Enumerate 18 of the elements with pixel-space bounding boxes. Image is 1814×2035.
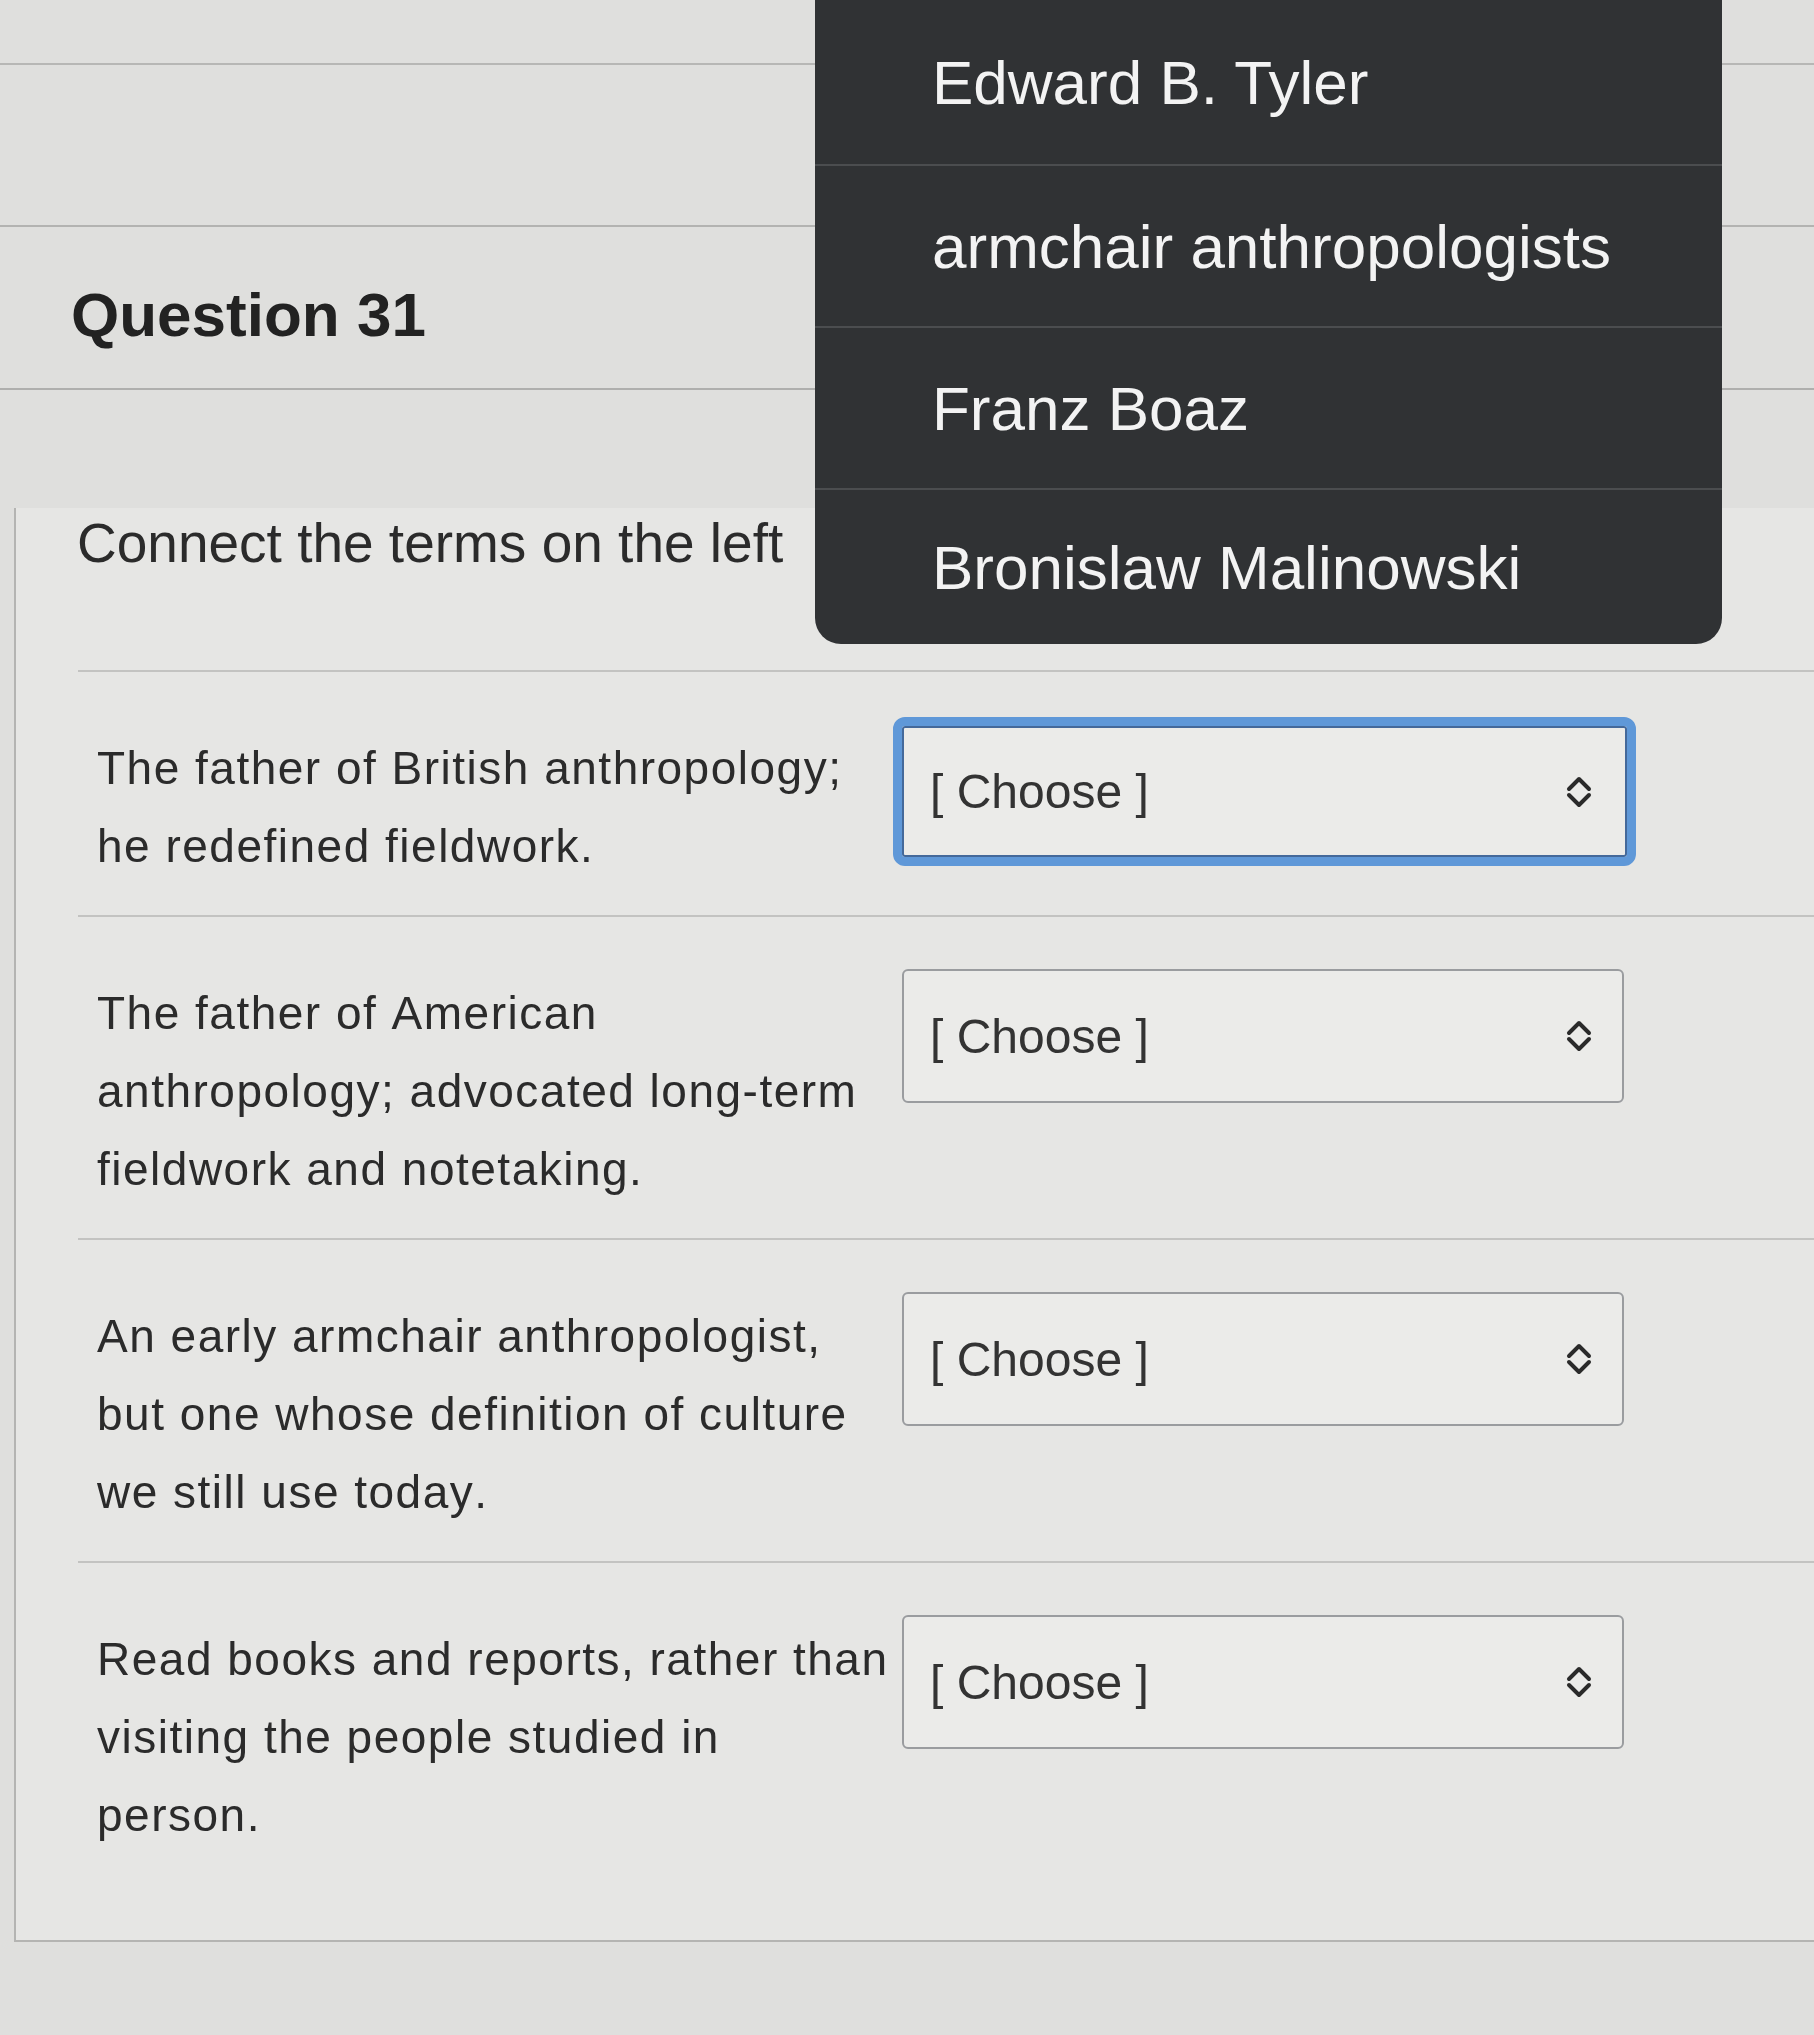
menu-option[interactable]: Bronislaw Malinowski — [815, 488, 1722, 644]
chevron-updown-icon — [1566, 1665, 1592, 1699]
menu-option[interactable]: armchair anthropologists — [815, 164, 1722, 326]
prompt-text: Read books and reports, rather than visiting the people studied in person. — [97, 1632, 890, 1843]
choose-select[interactable]: [ Choose ] — [893, 717, 1636, 866]
question-title: Question 31 — [71, 279, 426, 350]
instructions-text: Connect the terms on the left — [77, 511, 784, 576]
choose-select[interactable]: [ Choose ] — [902, 1292, 1624, 1426]
chevron-updown-icon — [1566, 774, 1592, 809]
menu-option[interactable]: Edward B. Tyler — [815, 0, 1722, 164]
prompt-text: The father of American anthropology; advocated long-term fieldwork and notetaking. — [97, 986, 859, 1197]
choose-select[interactable]: [ Choose ] — [902, 969, 1624, 1103]
prompt-text: An early armchair anthropologist, but one whose definition of culture we still use today. — [97, 1309, 849, 1520]
menu-option[interactable]: Franz Boaz — [815, 326, 1722, 488]
choose-select[interactable]: [ Choose ] — [902, 1615, 1624, 1749]
prompt-text: The father of British anthropology; he redefined fieldwork. — [97, 741, 844, 874]
chevron-updown-icon — [1566, 1019, 1592, 1053]
chevron-updown-icon — [1566, 1342, 1592, 1376]
